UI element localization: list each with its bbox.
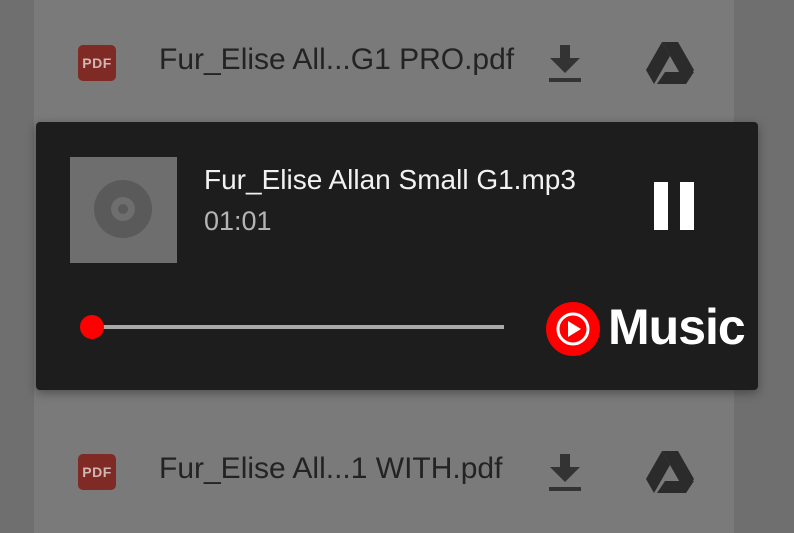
seek-track xyxy=(84,325,504,329)
brand-label: Music xyxy=(608,299,746,355)
seek-bar[interactable] xyxy=(80,312,504,342)
album-art xyxy=(70,157,177,263)
youtube-music-logo: Music xyxy=(546,299,746,356)
file-row[interactable]: PDF Fur_Elise All...G1 PRO.pdf xyxy=(34,15,734,115)
google-drive-icon[interactable] xyxy=(646,42,694,86)
download-icon[interactable] xyxy=(548,45,582,83)
file-name[interactable]: Fur_Elise All...1 WITH.pdf xyxy=(159,452,502,486)
track-title: Fur_Elise Allan Small G1.mp3 xyxy=(204,164,576,195)
pause-icon xyxy=(654,182,668,230)
pdf-icon: PDF xyxy=(78,45,116,81)
pause-button[interactable] xyxy=(654,182,696,230)
seek-handle[interactable] xyxy=(80,315,105,339)
youtube-music-icon xyxy=(546,302,600,356)
file-name[interactable]: Fur_Elise All...G1 PRO.pdf xyxy=(159,43,514,77)
pause-icon xyxy=(680,182,694,230)
mini-player: Fur_Elise Allan Small G1.mp3 01:01 Music xyxy=(36,122,758,390)
download-icon[interactable] xyxy=(548,454,582,492)
pdf-icon: PDF xyxy=(78,454,116,490)
album-art-disc-icon xyxy=(94,180,152,238)
file-row[interactable]: PDF Fur_Elise All...1 WITH.pdf xyxy=(34,424,734,524)
google-drive-icon[interactable] xyxy=(646,451,694,495)
elapsed-time: 01:01 xyxy=(204,206,272,236)
